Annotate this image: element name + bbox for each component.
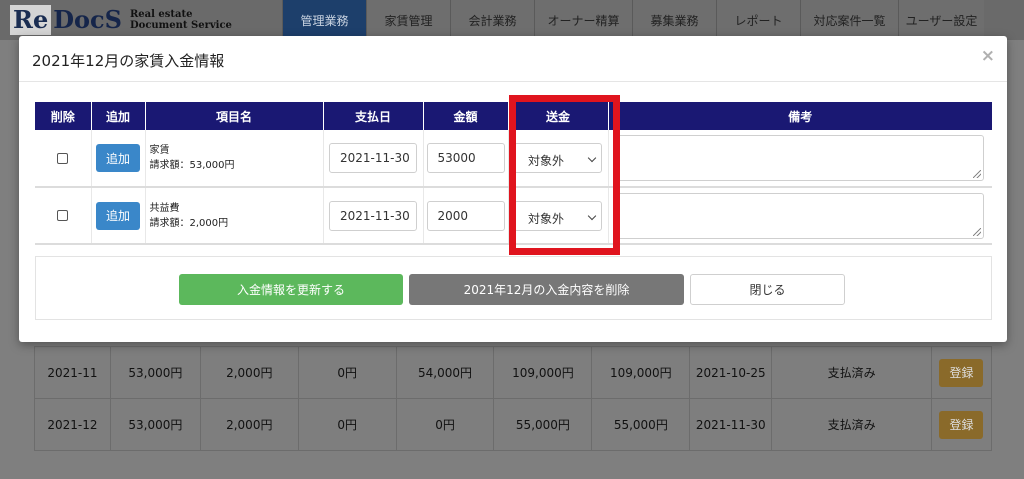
logo-tagline-1: Real estate — [129, 9, 193, 20]
col-header-item-name: 項目名 — [144, 102, 323, 130]
transfer-select[interactable]: 対象外 — [514, 200, 602, 231]
common-fee-cell: 2,000円 — [199, 398, 299, 451]
transfer-select-value: 対象外 — [528, 154, 565, 168]
register-button[interactable]: 登録 — [939, 358, 984, 387]
nav-item-recruitment[interactable]: 募集業務 — [632, 0, 716, 40]
transfer-cell: 対象外 — [507, 130, 608, 188]
nav-item-management[interactable]: 管理業務 — [282, 0, 366, 40]
item-name-cell: 家賃 請求額：53,000円 — [144, 130, 323, 188]
modal-title: 2021年12月の家賃入金情報 — [32, 52, 225, 70]
remarks-cell — [607, 130, 992, 188]
status-cell: 支払済み — [771, 398, 932, 451]
remarks-textarea[interactable] — [616, 135, 984, 181]
amount-cell: 0円 — [297, 398, 397, 451]
nav-item-accounting[interactable]: 会計業務 — [450, 0, 534, 40]
nav-item-rent[interactable]: 家賃管理 — [366, 0, 450, 40]
transfer-cell: 対象外 — [507, 187, 608, 245]
month-cell: 2021-11 — [34, 346, 111, 399]
nav-item-user-settings[interactable]: ユーザー設定 — [898, 0, 984, 40]
amount-input[interactable]: 2000 — [426, 200, 505, 231]
app-header: Re DocS Real estate Document Service 管理業… — [0, 0, 1024, 40]
col-header-add: 追加 — [90, 102, 145, 130]
update-payment-button[interactable]: 入金情報を更新する — [179, 274, 403, 305]
nav-item-report[interactable]: レポート — [716, 0, 800, 40]
delete-cell — [35, 187, 91, 245]
table-header-row: 削除 追加 項目名 支払日 金額 送金 備考 — [35, 102, 992, 130]
transfer-select[interactable]: 対象外 — [514, 143, 602, 173]
logo-docs: DocS — [53, 5, 122, 34]
col-header-transfer: 送金 — [507, 102, 608, 130]
nav-item-cases[interactable]: 対応案件一覧 — [800, 0, 898, 40]
resize-grip-icon[interactable] — [972, 170, 981, 178]
col-header-remarks: 備考 — [607, 102, 992, 130]
rent-payment-modal: 2021年12月の家賃入金情報 × 削除 追加 項目名 支払日 金額 送金 備考… — [19, 36, 1007, 342]
amount-cell: 109,000円 — [493, 346, 593, 399]
amount-cell: 53000 — [422, 130, 508, 188]
chevron-down-icon — [587, 211, 597, 220]
chevron-down-icon — [587, 153, 597, 163]
redocs-logo[interactable]: Re DocS Real estate Document Service — [10, 4, 232, 36]
add-cell: 追加 — [90, 130, 145, 188]
billed-amount: 請求額：2,000円 — [149, 217, 229, 229]
main-nav: 管理業務 家賃管理 会計業務 オーナー精算 募集業務 レポート 対応案件一覧 ユ… — [282, 0, 984, 40]
add-cell: 追加 — [90, 187, 145, 245]
logo-tagline: Real estate Document Service — [130, 9, 232, 31]
pay-date-input[interactable]: 2021-11-30 — [329, 143, 417, 173]
amount-cell: 54,000円 — [395, 346, 495, 399]
rent-cell: 53,000円 — [109, 398, 201, 451]
rent-history-table: 2021-11 53,000円 2,000円 0円 54,000円 109,00… — [34, 346, 993, 451]
modal-actions: 入金情報を更新する 2021年12月の入金内容を削除 閉じる — [35, 256, 992, 320]
add-button[interactable]: 追加 — [96, 144, 140, 172]
close-button[interactable]: 閉じる — [690, 274, 845, 305]
delete-checkbox[interactable] — [57, 210, 69, 221]
transfer-select-value: 対象外 — [528, 211, 565, 226]
table-row: 追加 家賃 請求額：53,000円 2021-11-30 53000 対象外 — [35, 130, 992, 188]
register-cell: 登録 — [930, 398, 993, 451]
register-cell: 登録 — [930, 346, 993, 399]
modal-header: 2021年12月の家賃入金情報 × — [19, 36, 1007, 82]
register-button[interactable]: 登録 — [939, 410, 984, 439]
status-cell: 支払済み — [771, 346, 932, 399]
item-name-cell: 共益費 請求額：2,000円 — [144, 187, 323, 245]
table-row: 2021-11 53,000円 2,000円 0円 54,000円 109,00… — [34, 346, 993, 399]
amount-cell: 0円 — [395, 398, 495, 451]
month-cell: 2021-12 — [34, 398, 111, 451]
col-header-delete: 削除 — [35, 102, 91, 130]
col-header-amount: 金額 — [422, 102, 508, 130]
table-row: 2021-12 53,000円 2,000円 0円 0円 55,000円 55,… — [34, 398, 993, 451]
payment-table: 削除 追加 項目名 支払日 金額 送金 備考 追加 家賃 請求額：53,000円… — [35, 102, 992, 245]
logo-tagline-2: Document Service — [129, 20, 232, 31]
billed-amount: 請求額：53,000円 — [149, 160, 235, 171]
date-cell: 2021-11-30 — [689, 398, 773, 451]
close-icon[interactable]: × — [981, 46, 995, 66]
remarks-textarea[interactable] — [616, 192, 984, 239]
col-header-pay-date: 支払日 — [322, 102, 423, 130]
amount-cell: 55,000円 — [591, 398, 691, 451]
resize-grip-icon[interactable] — [972, 227, 981, 236]
amount-cell: 55,000円 — [493, 398, 593, 451]
item-name: 家賃 — [149, 145, 170, 156]
remarks-cell — [607, 187, 992, 245]
amount-cell: 109,000円 — [591, 346, 691, 399]
pay-date-input[interactable]: 2021-11-30 — [329, 200, 417, 231]
logo-re: Re — [10, 5, 52, 35]
date-cell: 2021-10-25 — [689, 346, 773, 399]
common-fee-cell: 2,000円 — [199, 346, 299, 399]
delete-payment-button[interactable]: 2021年12月の入金内容を削除 — [409, 274, 684, 305]
pay-date-cell: 2021-11-30 — [322, 187, 423, 245]
nav-item-owner-settlement[interactable]: オーナー精算 — [534, 0, 632, 40]
delete-checkbox[interactable] — [57, 152, 69, 164]
table-row: 追加 共益費 請求額：2,000円 2021-11-30 2000 対象外 — [35, 187, 992, 245]
pay-date-cell: 2021-11-30 — [322, 130, 423, 188]
delete-cell — [35, 130, 91, 188]
amount-input[interactable]: 53000 — [426, 143, 505, 173]
item-name: 共益費 — [149, 202, 180, 214]
amount-cell: 2000 — [422, 187, 508, 245]
rent-cell: 53,000円 — [109, 346, 201, 399]
add-button[interactable]: 追加 — [96, 201, 140, 230]
amount-cell: 0円 — [297, 346, 397, 399]
